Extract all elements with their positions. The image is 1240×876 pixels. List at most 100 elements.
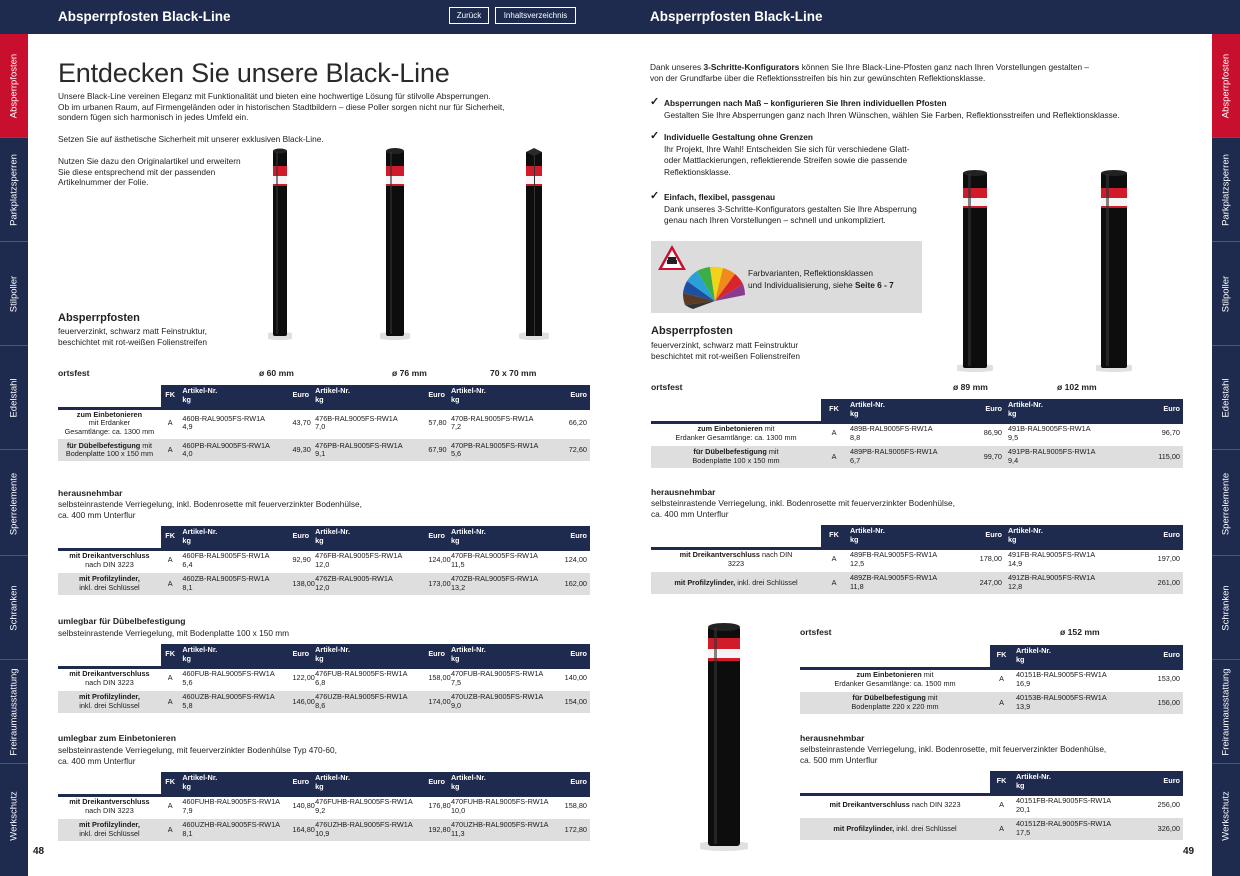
header-weight-label: kg [182, 394, 191, 404]
desc-line: ca. 400 mm Unterflur [651, 508, 729, 519]
article-number: 476FUB-RAL9005FS-RW1A [315, 669, 408, 679]
nav-tab-freiraumausstattung[interactable]: Freiraumausstattung [0, 660, 28, 764]
article-cell: 489ZB-RAL9005FS-RW1A 11,8 [847, 570, 975, 594]
back-button[interactable]: Zurück [449, 7, 489, 24]
table-header-blank [800, 645, 990, 668]
article-number: 489ZB-RAL9005FS-RW1A [850, 573, 938, 583]
header-bar: Absperrpfosten Black-Line Zurück Inhalts… [0, 0, 1240, 34]
article-weight: 11,8 [850, 582, 864, 591]
price-value: 146,00 [289, 689, 315, 713]
price-value: 66,20 [561, 406, 590, 439]
price-value: 92,90 [289, 547, 313, 572]
nav-tab-schranken[interactable]: Schranken [0, 556, 28, 660]
row-label: für Dübelbefestigung mit Bodenplatte 100 … [651, 444, 821, 468]
article-weight: 6,7 [850, 456, 861, 465]
article-weight: 12,5 [850, 558, 865, 568]
intro-konfigurator: 3-Schritte-Konfigurators [703, 62, 800, 72]
price-value: 67,90 [425, 437, 448, 462]
table-header-blank [58, 644, 161, 667]
price-value: 162,00 [561, 571, 590, 595]
nav-tab-werkschutz[interactable]: Werkschutz [1212, 764, 1240, 868]
row-label-part: inkl. drei Schlüssel [79, 829, 140, 838]
desc-line: selbsteinrastende Verriegelung, mit feue… [58, 745, 337, 755]
table-header-fk: FK [990, 771, 1013, 794]
row-label: zum Einbetonieren mit Erdanker Gesamtläng… [800, 666, 990, 691]
row-label: mit Profilzylinder, inkl. drei Schlüssel [58, 571, 161, 595]
article-cell: 476FUB-RAL9005FS-RW1A 6,8 [312, 665, 426, 690]
nav-tab-stilpoller[interactable]: Stilpoller [0, 242, 28, 346]
header-weight-label: kg [1008, 534, 1017, 544]
article-number: 491B-RAL9005FS-RW1A [1008, 424, 1091, 434]
article-cell: 40153B-RAL9005FS-RW1A 13,9 [1013, 690, 1133, 714]
article-weight: 8,1 [182, 583, 193, 592]
nav-tab-label: Parkplatzsperren [8, 153, 20, 226]
article-number: 489FB-RAL9005FS-RW1A [850, 550, 938, 560]
page-link[interactable]: Seite 6 - 7 [855, 280, 894, 290]
article-cell: 460FUB-RAL9005FS-RW1A 5,6 [179, 665, 290, 690]
nav-tab-parkplatzsperren[interactable]: Parkplatzsperren [1212, 138, 1240, 242]
header-article-label: Artikel-Nr. [1016, 646, 1051, 656]
fk-value: A [990, 816, 1013, 840]
price-value: 197,00 [1141, 546, 1183, 571]
row-label-part: Bodenplatte 100 x 150 mm [65, 449, 154, 459]
nav-tab-sperrelemente[interactable]: Sperrelemente [1212, 452, 1240, 556]
desc-line: feuerverzinkt, schwarz matt Feinstruktur [651, 340, 799, 350]
table-header-article: Artikel-Nr. kg [447, 644, 562, 667]
row-label: mit Dreikantverschluss nach DIN 3223 [58, 665, 161, 690]
nav-tab-schranken[interactable]: Schranken [1212, 556, 1240, 660]
intro-part: können Sie Ihre Black-Line-Pfosten ganz … [799, 62, 1090, 72]
page-title-right: Absperrpfosten Black-Line [650, 9, 823, 24]
section-ortsfest-right: ortsfest [651, 382, 683, 392]
nav-tab-parkplatzsperren[interactable]: Parkplatzsperren [0, 138, 28, 242]
article-weight: 12,0 [315, 559, 330, 569]
nav-tab-stilpoller[interactable]: Stilpoller [1212, 242, 1240, 346]
table-header-euro: Euro [425, 385, 448, 408]
fk-value: A [160, 817, 180, 841]
article-number: 460ZB-RAL9005FS-RW1A [182, 574, 270, 584]
price-value: 154,00 [561, 689, 590, 713]
table-header-fk: FK [990, 645, 1013, 668]
diameter-89: ø 89 mm [953, 382, 988, 392]
article-cell: 460PB-RAL9005FS-RW1A 4,0 [179, 437, 290, 462]
desc-line: ca. 500 mm Unterflur [800, 754, 878, 765]
article-weight: 9,5 [1008, 432, 1019, 442]
article-number: 460FB-RAL9005FS-RW1A [182, 551, 270, 561]
article-cell: 489B-RAL9005FS-RW1A 8,8 [847, 420, 975, 445]
diameter-102: ø 102 mm [1057, 382, 1097, 392]
table-header-euro: Euro [289, 385, 313, 408]
article-cell: 476FB-RAL9005FS-RW1A 12,0 [312, 547, 426, 572]
fk-value: A [990, 666, 1013, 691]
article-cell: 476B-RAL9005FS-RW1A 7,0 [312, 406, 426, 439]
intro-line: sondern fügen sich harmonisch in jedes U… [58, 112, 249, 123]
table-header-euro: Euro [975, 399, 1005, 422]
check-body: Gestalten Sie Ihre Absperrungen ganz nac… [664, 109, 1120, 120]
price-value: 256,00 [1133, 792, 1183, 817]
nav-tab-edelstahl[interactable]: Edelstahl [1212, 346, 1240, 450]
check-title: Absperrungen nach Maß – konfigurieren Si… [664, 98, 947, 108]
nav-tab-freiraumausstattung[interactable]: Freiraumausstattung [1212, 660, 1240, 764]
article-number: 40151ZB-RAL9005FS-RW1A [1016, 819, 1112, 829]
table-row: mit Profilzylinder, inkl. drei Schlüssel… [800, 816, 1183, 840]
header-weight-label: kg [182, 653, 191, 663]
price-value: 247,00 [975, 570, 1005, 594]
diameter-76: ø 76 mm [392, 368, 427, 378]
section-umlegbar-duebel: umlegbar für Dübelbefestigung [58, 616, 186, 626]
desc-line: selbsteinrastende Verriegelung, mit Bode… [58, 628, 290, 638]
color-variants-box[interactable]: Farbvarianten, Reflektionsklassen und In… [651, 241, 922, 313]
nav-tab-label: Freiraumausstattung [8, 667, 20, 756]
nav-tab-edelstahl[interactable]: Edelstahl [0, 346, 28, 450]
section-herausnehmbar-152: herausnehmbar [800, 733, 865, 743]
row-label: mit Profilzylinder, inkl. drei Schlüssel [800, 816, 990, 840]
nav-tab-absperrpfosten[interactable]: Absperrpfosten [0, 34, 28, 138]
nav-tab-label: Freiraumausstattung [1220, 667, 1232, 756]
toc-button[interactable]: Inhaltsverzeichnis [495, 7, 576, 24]
nav-tab-absperrpfosten[interactable]: Absperrpfosten [1212, 34, 1240, 138]
desc-line: ca. 400 mm Unterflur [58, 509, 136, 520]
nav-tab-werkschutz[interactable]: Werkschutz [0, 764, 28, 868]
article-number: 40151FB-RAL9005FS-RW1A [1016, 796, 1112, 806]
intro-text: Unsere Black-Line vereinen Eleganz mit F… [58, 91, 578, 123]
header-weight-label: kg [1016, 780, 1025, 790]
price-value: 57,80 [425, 406, 448, 439]
table-header-euro: Euro [561, 644, 590, 667]
nav-tab-sperrelemente[interactable]: Sperrelemente [0, 452, 28, 556]
